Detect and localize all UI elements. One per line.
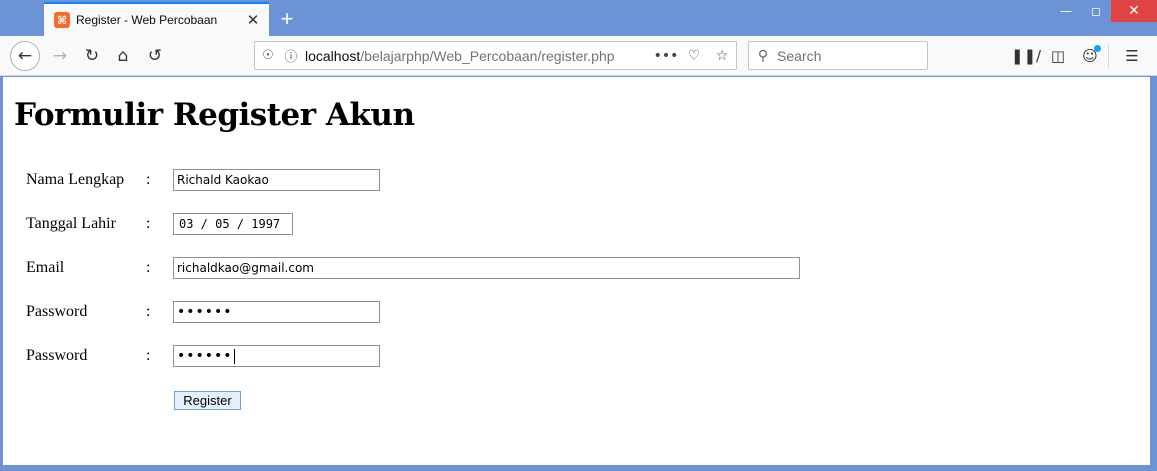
browser-window: ⌘ Register - Web Percobaan ✕ + — ◻ ✕ ← →… [0,0,1157,471]
tab-strip: ⌘ Register - Web Percobaan ✕ + — ◻ ✕ [0,0,1157,36]
reload-button[interactable]: ↻ [77,41,107,71]
minimize-button[interactable]: — [1051,0,1081,22]
label-nama-lengkap: Nama Lengkap [26,171,125,188]
label-colon: : [146,171,151,188]
tab-register[interactable]: ⌘ Register - Web Percobaan ✕ [44,2,269,36]
close-window-button[interactable]: ✕ [1111,0,1157,22]
navigation-toolbar: ← → ↻ ⌂ ↺ ☉ ⓘ localhost/belajarphp/Web_P… [0,36,1157,76]
email-input[interactable]: richaldkao@gmail.com [173,257,800,279]
bookmark-star-icon[interactable]: ☆ [708,48,736,64]
maximize-button[interactable]: ◻ [1081,0,1111,22]
search-icon: ⚲ [757,47,769,64]
pocket-icon[interactable]: ♡ [680,48,708,64]
url-text[interactable]: localhost/belajarphp/Web_Percobaan/regis… [305,48,652,64]
toolbar-separator [1108,44,1109,68]
label-colon: : [146,303,151,320]
url-bar[interactable]: ☉ ⓘ localhost/belajarphp/Web_Percobaan/r… [254,41,737,70]
hamburger-menu-icon[interactable]: ☰ [1117,41,1147,71]
close-icon[interactable]: ✕ [241,8,265,32]
label-tanggal-lahir: Tanggal Lahir [26,215,116,232]
label-colon: : [146,347,151,364]
new-tab-button[interactable]: + [274,6,300,32]
search-bar[interactable]: ⚲ [748,41,928,70]
password-confirm-input[interactable]: •••••• [173,345,380,367]
url-host: localhost [305,47,361,64]
page-content: Formulir Register Akun Nama Lengkap : Ri… [3,77,1150,465]
url-path: /belajarphp/Web_Percobaan/register.php [360,47,615,64]
nama-lengkap-input[interactable]: Richald Kaokao [173,169,380,191]
page-title: Formulir Register Akun [14,97,415,133]
password-confirm-value: •••••• [177,348,233,364]
sidebar-icon[interactable]: ◫ [1043,41,1073,71]
window-controls: — ◻ ✕ [1051,0,1157,24]
tab-title: Register - Web Percobaan [76,13,218,27]
back-button[interactable]: ← [10,41,40,71]
more-actions-icon[interactable]: ••• [652,48,680,64]
password-input[interactable]: •••••• [173,301,380,323]
xampp-icon: ⌘ [54,12,70,28]
url-actions: ••• ♡ ☆ [652,48,736,64]
forward-button[interactable]: → [45,41,75,71]
label-email: Email [26,259,65,276]
home-button[interactable]: ⌂ [108,41,138,71]
notification-dot [1094,45,1101,52]
label-colon: : [146,259,151,276]
text-caret [233,348,235,364]
tanggal-lahir-date-input[interactable]: 03 / 05 / 1997 [173,213,293,235]
label-colon: : [146,215,151,232]
history-button[interactable]: ↺ [140,41,170,71]
info-icon[interactable]: ⓘ [281,46,301,65]
register-button[interactable]: Register [174,391,241,410]
label-password: Password [26,303,88,320]
label-password-confirm: Password [26,347,88,364]
account-icon[interactable]: ☺ [1075,41,1105,71]
search-input[interactable] [777,47,917,64]
library-icon[interactable]: ❚❚∕ [1011,41,1041,71]
shield-icon[interactable]: ☉ [255,48,281,63]
